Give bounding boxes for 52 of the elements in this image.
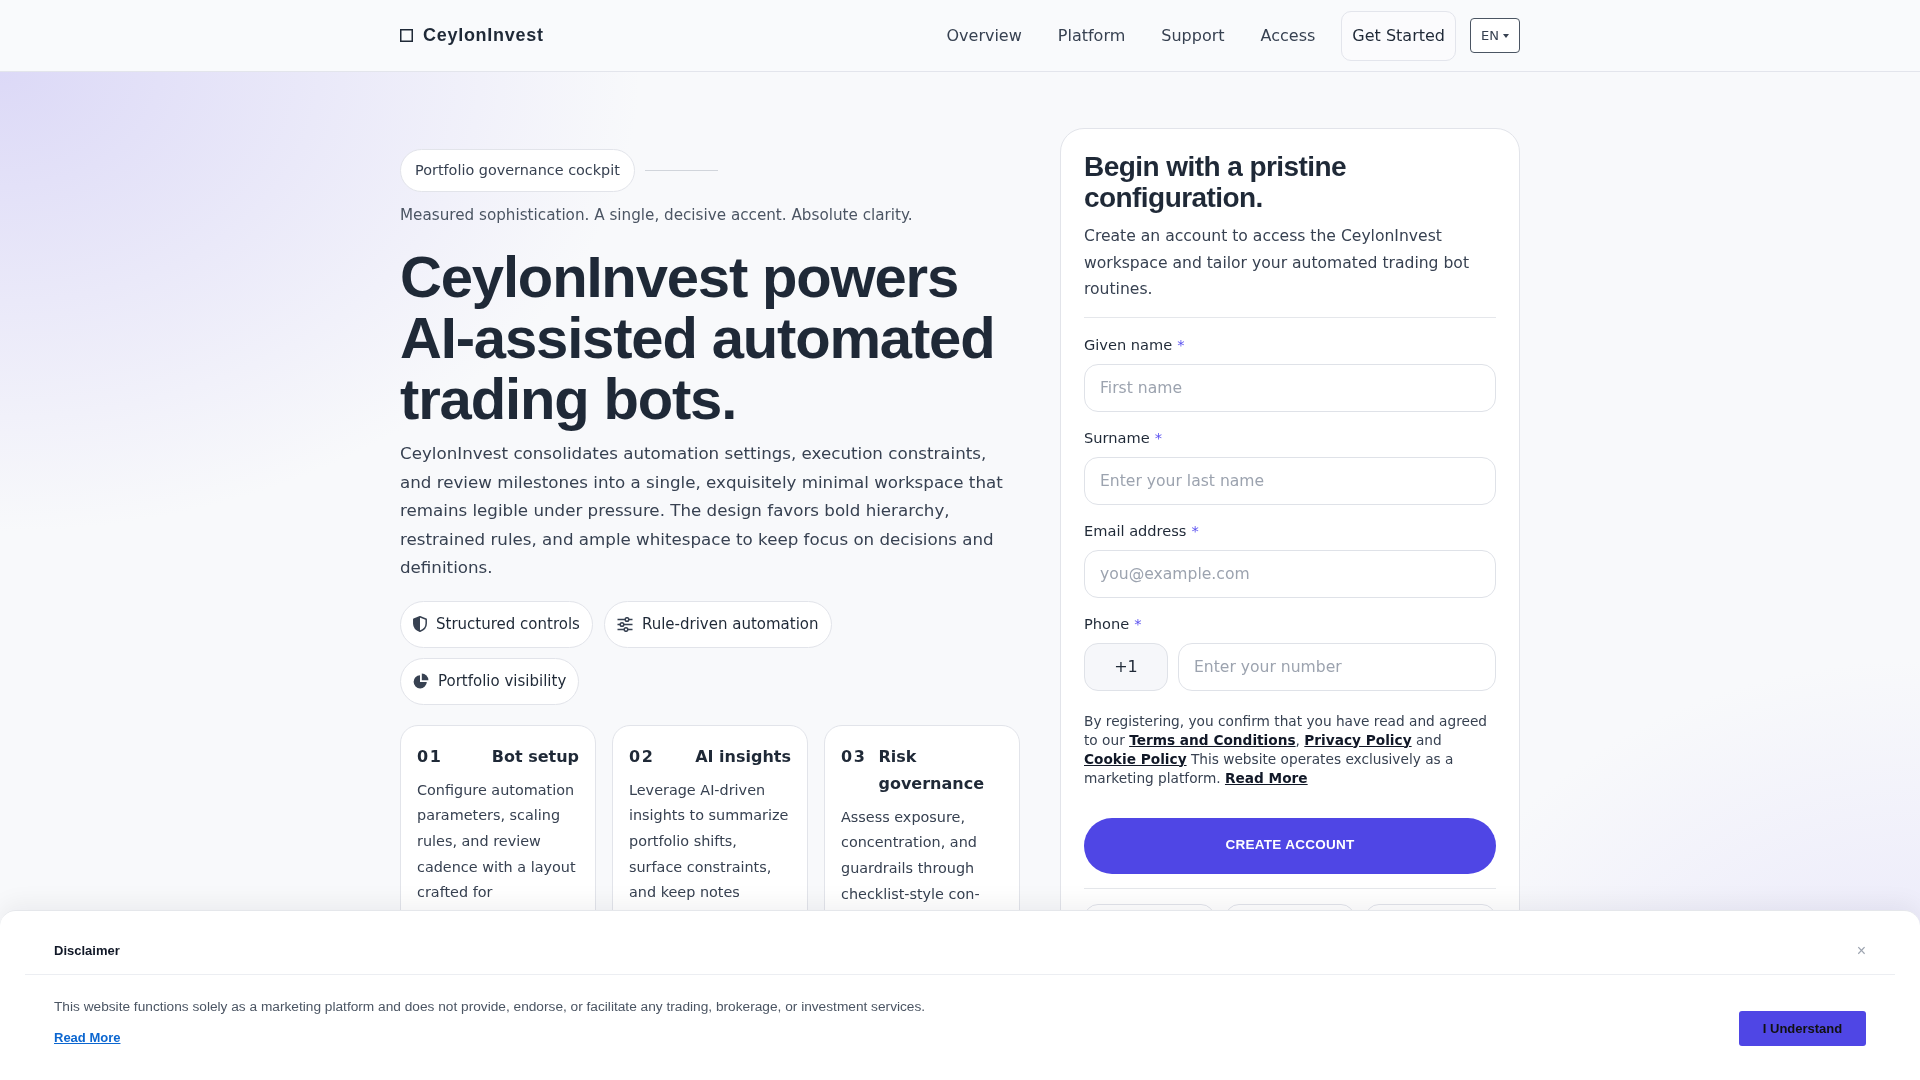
legal-notice: By registering, you confirm that you have read and agreed to our Terms and Conditions, Privacy Policy and Cookie Policy This website operates exclusively as a marketing platform. Read More [1084,711,1489,788]
nav-link[interactable]: Overview [946,24,1022,47]
step-description: Leverage AI-driven insights to summarize portfolio shifts, surface constraints, and keep notes [629,780,790,903]
step-number: 03 [841,745,867,768]
text-input[interactable]: you@example.com [1084,549,1496,598]
field-label: Given name [1084,334,1173,355]
country-code-select[interactable]: +1 [1084,642,1168,691]
eyebrow-badge: Portfolio governance cockpit [400,149,635,192]
sliders-icon [616,616,633,632]
feature-label: Structured controls [436,613,580,635]
step-number: 02 [629,745,655,768]
legal-link[interactable]: Cookie Policy [1084,750,1187,767]
brand-name[interactable]: CeylonInvest [423,22,544,49]
required-mark: * [1154,427,1162,448]
disclaimer-title: Disclaimer [54,942,120,960]
get-started-button[interactable]: Get Started [1341,10,1456,61]
nav-link[interactable]: Platform [1057,24,1126,47]
required-mark: * [1134,613,1142,634]
signup-intro: Create an account to access the CeylonInvest workspace and tailor your automated trading bot routines. [1084,226,1470,300]
nav-link[interactable]: Access [1260,24,1316,47]
field-label: Surname [1084,427,1150,448]
field-label: Phone [1084,613,1130,634]
nav-link[interactable]: Support [1161,24,1225,47]
language-select[interactable]: EN [1470,18,1520,53]
step-title: Risk governance [878,745,985,795]
step-description: Assess exposure, concentration, and guardrails through checklist-style con- [841,807,981,904]
step-title: AI insights [695,745,791,768]
text-input[interactable]: First name [1084,363,1496,412]
required-mark: * [1191,520,1199,541]
pie-chart-icon [413,673,429,689]
create-account-button[interactable]: CREATE ACCOUNT [1084,817,1496,874]
legal-link[interactable]: Privacy Policy [1304,731,1412,748]
square-icon [400,29,413,42]
hero-headline: CeylonInvest powers AI-assisted automated trading bots. [400,246,996,429]
legal-link[interactable]: Terms and Conditions [1129,731,1296,748]
hero-description: CeylonInvest consolidates automation settings, execution constraints, and review milestones into a single, exquisitely minimal workspace that remains legible under pressure. The design favors bold hierarchy, restrained rules, and ample whitespace to keep focus on decisions and definitions. [400,442,1004,579]
signup-title: Begin with a pristine configuration. [1084,151,1348,213]
field-label: Email address [1084,520,1187,541]
shield-icon [413,616,427,632]
tagline: Measured sophistication. A single, decisive accent. Absolute clarity. [400,205,914,226]
feature-label: Portfolio visibility [438,670,567,692]
step-title: Bot setup [491,745,579,768]
required-mark: * [1177,334,1185,355]
feature-label: Rule-driven automation [641,613,819,635]
step-description: Configure automation parameters, scaling rules, and review cadence with a layout crafted for [417,780,577,903]
step-number: 01 [417,745,443,768]
caret-icon [1502,33,1509,38]
text-input[interactable]: Enter your last name [1084,456,1496,505]
read-more-link[interactable]: Read More [54,1029,121,1047]
disclaimer-text: This website functions solely as a marketing platform and does not provide, endorse, or facilitate any trading, brokerage, or investment services. [54,998,926,1016]
legal-link[interactable]: Read More [1224,769,1308,786]
phone-input[interactable]: Enter your number [1178,642,1496,691]
